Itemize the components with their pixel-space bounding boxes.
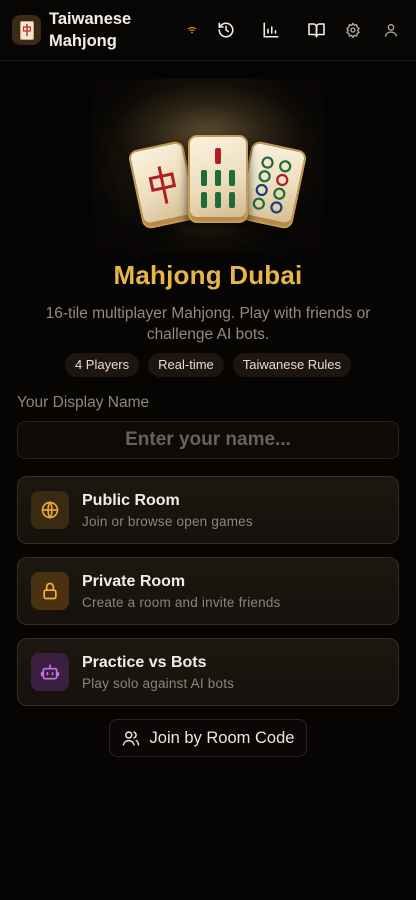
practice-bots-title: Practice vs Bots	[82, 654, 207, 671]
chip-players: 4 Players	[64, 353, 140, 377]
book-open-icon[interactable]	[299, 15, 333, 45]
private-room-desc: Create a room and invite friends	[82, 595, 281, 610]
lock-icon	[31, 572, 69, 610]
app-logo[interactable]	[12, 15, 41, 45]
app-title: Taiwanese Mahjong	[49, 10, 132, 50]
globe-icon	[31, 491, 69, 529]
join-by-room-code-label: Join by Room Code	[149, 728, 295, 747]
practice-bots-button[interactable]: Practice vs Bots Play solo against AI bo…	[17, 638, 399, 706]
public-room-button[interactable]: Public Room Join or browse open games	[17, 476, 399, 544]
feature-chips: 4 Players Real-time Taiwanese Rules	[0, 353, 416, 377]
practice-bots-desc: Play solo against AI bots	[82, 676, 235, 691]
header-actions	[181, 15, 406, 45]
bot-icon	[31, 653, 69, 691]
game-mode-list: Public Room Join or browse open games Pr…	[0, 476, 416, 706]
join-by-room-code-button[interactable]: Join by Room Code	[109, 719, 307, 757]
bar-chart-icon[interactable]	[254, 15, 288, 45]
bamboo-tile	[188, 135, 248, 223]
game-subtitle: 16-tile multiplayer Mahjong. Play with f…	[45, 305, 371, 343]
wifi-icon	[181, 15, 203, 45]
display-name-label: Your Display Name	[17, 394, 150, 411]
public-room-title: Public Room	[82, 492, 180, 509]
users-icon	[122, 729, 140, 747]
private-room-title: Private Room	[82, 573, 186, 590]
game-title: Mahjong Dubai	[113, 260, 303, 290]
app-root: Taiwanese Mahjong Mahjong Dubai 16-tile …	[0, 0, 416, 900]
chip-realtime: Real-time	[148, 353, 224, 377]
user-icon[interactable]	[376, 15, 406, 45]
private-room-button[interactable]: Private Room Create a room and invite fr…	[17, 557, 399, 625]
hero-image	[93, 79, 323, 254]
chip-rules: Taiwanese Rules	[232, 353, 352, 377]
public-room-desc: Join or browse open games	[82, 514, 253, 529]
top-bar: Taiwanese Mahjong	[0, 0, 416, 61]
display-name-input[interactable]	[17, 421, 399, 459]
settings-icon[interactable]	[336, 15, 370, 45]
mahjong-tile-icon	[19, 20, 34, 40]
history-icon[interactable]	[209, 15, 243, 45]
